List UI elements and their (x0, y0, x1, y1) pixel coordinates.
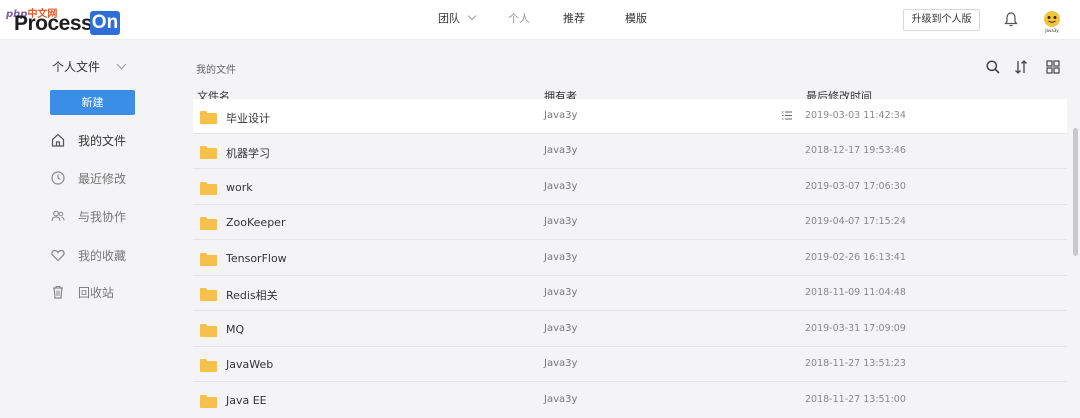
vertical-scrollbar[interactable] (1073, 128, 1078, 256)
table-row[interactable]: ZooKeeper Java3y 2019-04-07 17:15:24 (193, 205, 1067, 240)
table-row[interactable]: MQ Java3y 2019-03-31 17:09:09 (193, 312, 1067, 347)
sidebar-item-my-files[interactable]: 我的文件 (50, 130, 170, 150)
folder-icon (200, 253, 217, 266)
processon-logo[interactable]: php中文网 Process On (4, 4, 122, 36)
folder-icon (200, 146, 217, 159)
heart-icon (51, 249, 65, 262)
table-row[interactable]: Java EE Java3y 2018-11-27 13:51:00 (193, 383, 1067, 418)
list-menu-icon[interactable] (782, 111, 792, 120)
file-modified: 2018-11-27 13:51:23 (805, 358, 906, 369)
file-modified: 2019-03-03 11:42:34 (805, 110, 906, 121)
nav-team[interactable]: 团队 (438, 0, 477, 40)
file-owner: Java3y (544, 252, 578, 263)
file-name: MQ (226, 323, 245, 336)
file-name: TensorFlow (226, 252, 287, 265)
table-row[interactable]: work Java3y 2019-03-07 17:06:30 (193, 170, 1067, 205)
file-owner: Java3y (544, 358, 578, 369)
file-name: 机器学习 (226, 147, 270, 160)
logo-on-badge: On (90, 11, 120, 35)
avatar-caption: Java3y (1044, 28, 1059, 33)
file-name: JavaWeb (226, 358, 274, 371)
file-name: Java EE (226, 394, 267, 407)
file-name: 毕业设计 (226, 112, 270, 125)
table-row[interactable]: 毕业设计 Java3y 2019-03-03 11:42:34 (193, 99, 1067, 134)
grid-view-icon[interactable] (1045, 59, 1061, 75)
file-name: work (226, 181, 253, 194)
sidebar-item-favorites[interactable]: 我的收藏 (50, 245, 170, 265)
file-modified: 2018-12-17 19:53:46 (805, 145, 906, 156)
table-row[interactable]: TensorFlow Java3y 2019-02-26 16:13:41 (193, 241, 1067, 276)
sidebar-item-recent[interactable]: 最近修改 (50, 168, 170, 188)
table-row[interactable]: JavaWeb Java3y 2018-11-27 13:51:23 (193, 347, 1067, 382)
folder-icon (200, 324, 217, 337)
table-row[interactable]: 机器学习 Java3y 2018-12-17 19:53:46 (193, 134, 1067, 169)
sidebar-item-label: 与我协作 (78, 210, 127, 224)
file-owner: Java3y (544, 145, 578, 156)
file-modified: 2018-11-09 11:04:48 (805, 287, 906, 298)
home-icon (51, 133, 65, 147)
file-owner: Java3y (544, 216, 578, 227)
file-owner: Java3y (544, 110, 578, 121)
sort-icon[interactable] (1013, 59, 1029, 75)
nav-template[interactable]: 模版 (625, 0, 647, 40)
folder-icon (200, 395, 217, 408)
folder-icon (200, 111, 217, 124)
file-owner: Java3y (544, 181, 578, 192)
users-icon (51, 210, 65, 222)
file-owner: Java3y (544, 323, 578, 334)
sidebar-item-label: 我的收藏 (78, 249, 127, 263)
table-row[interactable]: Redis相关 Java3y 2018-11-09 11:04:48 (193, 276, 1067, 311)
nav-personal[interactable]: 个人 (508, 0, 530, 40)
logo-word: Process (14, 12, 93, 35)
breadcrumb[interactable]: 我的文件 (196, 61, 236, 76)
sidebar-title[interactable]: 个人文件 (52, 58, 100, 75)
sidebar-item-shared[interactable]: 与我协作 (50, 206, 170, 226)
file-modified: 2019-02-26 16:13:41 (805, 252, 906, 263)
sidebar-item-label: 我的文件 (78, 134, 127, 148)
nav-team-label: 团队 (438, 12, 460, 25)
avatar[interactable]: Java3y (1040, 9, 1064, 33)
sidebar-item-trash[interactable]: 回收站 (50, 282, 170, 302)
chevron-down-icon[interactable] (116, 59, 127, 70)
file-modified: 2019-03-31 17:09:09 (805, 323, 906, 334)
file-name: ZooKeeper (226, 216, 286, 229)
top-bar: php中文网 Process On 团队 个人 推荐 模版 升级到个人版 Jav… (0, 0, 1080, 40)
chevron-down-icon (467, 11, 477, 21)
file-owner: Java3y (544, 394, 578, 405)
clock-icon (51, 171, 65, 185)
sidebar-item-label: 回收站 (78, 286, 115, 300)
search-icon[interactable] (985, 59, 1001, 75)
file-modified: 2018-11-27 13:51:00 (805, 394, 906, 405)
new-button[interactable]: 新建 (50, 90, 135, 115)
trash-icon (53, 285, 63, 299)
folder-icon (200, 359, 217, 372)
bell-icon[interactable] (1003, 11, 1019, 28)
file-owner: Java3y (544, 287, 578, 298)
sidebar-item-label: 最近修改 (78, 172, 127, 186)
folder-icon (200, 288, 217, 301)
nav-recommend[interactable]: 推荐 (563, 0, 585, 40)
folder-icon (200, 217, 217, 230)
upgrade-button[interactable]: 升级到个人版 (903, 9, 980, 31)
file-modified: 2019-04-07 17:15:24 (805, 216, 906, 227)
file-name: Redis相关 (226, 289, 278, 302)
file-modified: 2019-03-07 17:06:30 (805, 181, 906, 192)
sidebar: 个人文件 新建 我的文件 最近修改 与我协作 我的收藏 回收站 (0, 40, 180, 418)
folder-icon (200, 182, 217, 195)
